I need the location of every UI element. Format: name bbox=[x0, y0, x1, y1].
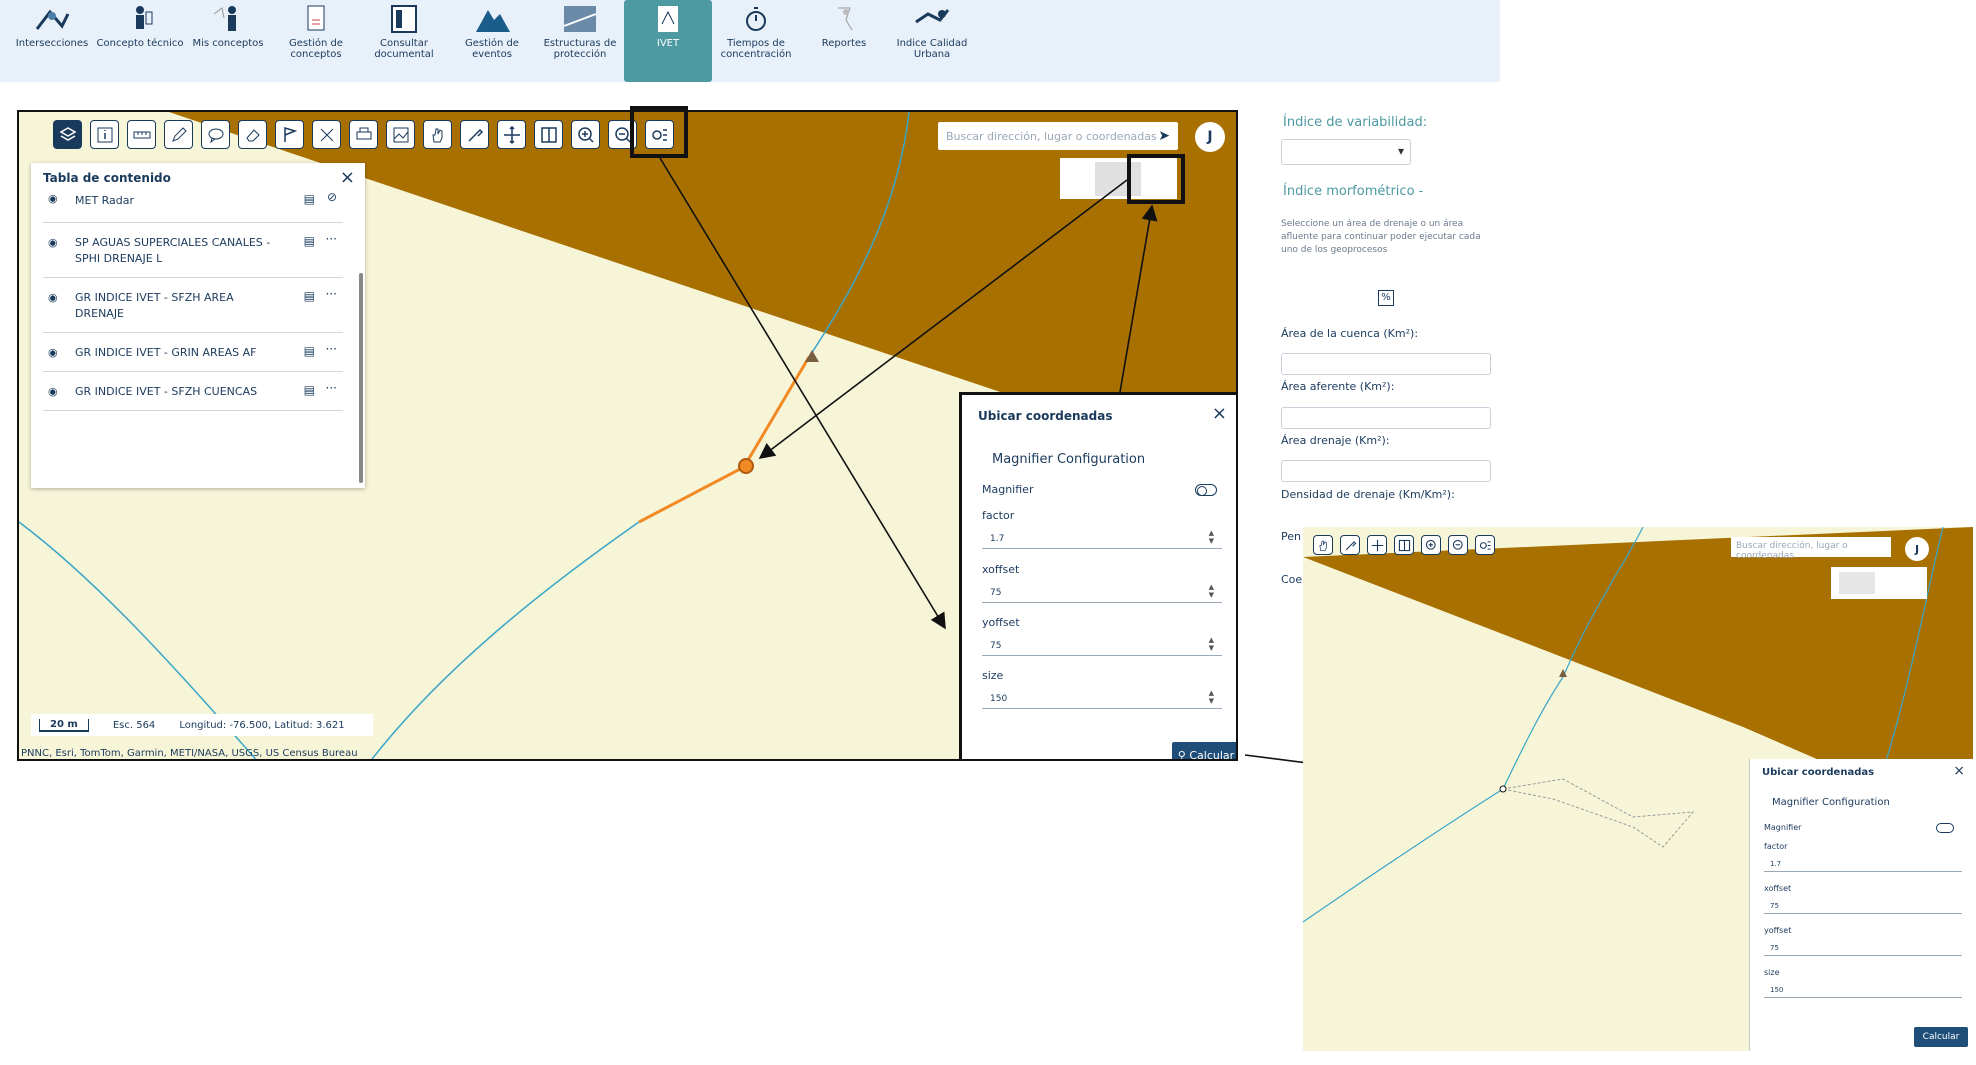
xoffset-label: xoffset bbox=[1764, 884, 1792, 893]
field-label: Pen bbox=[1281, 530, 1301, 543]
zoom-out-icon bbox=[1452, 539, 1463, 550]
close-icon[interactable]: × bbox=[1953, 763, 1965, 779]
field-label: Densidad de drenaje (Km/Km²): bbox=[1281, 488, 1455, 501]
magnifier-config-button[interactable] bbox=[1475, 535, 1495, 555]
magnifier-toggle-label: Magnifier bbox=[1764, 823, 1802, 832]
area-drenaje-input[interactable] bbox=[1281, 460, 1491, 482]
calcular-button[interactable]: Calcular bbox=[1914, 1027, 1968, 1047]
area-aferente-input[interactable] bbox=[1281, 407, 1491, 429]
hand-icon bbox=[1318, 540, 1327, 551]
zoom-in-icon bbox=[1425, 539, 1436, 550]
field-label: Coe bbox=[1281, 573, 1303, 586]
zoom-toolbar bbox=[1313, 535, 1495, 555]
factor-input[interactable]: 1.7 bbox=[1764, 856, 1962, 872]
tools-button[interactable] bbox=[1340, 535, 1360, 555]
user-avatar[interactable]: J bbox=[1905, 537, 1929, 561]
dialog-subtitle: Magnifier Configuration bbox=[1772, 797, 1890, 808]
xoffset-input[interactable]: 75 bbox=[1764, 898, 1962, 914]
zoomed-result-screenshot: Buscar dirección, lugar o coordenadas J … bbox=[1303, 527, 1973, 1051]
field-label: Área drenaje (Km²): bbox=[1281, 434, 1390, 447]
move-button[interactable] bbox=[1367, 535, 1387, 555]
settings-coordinates-icon bbox=[1479, 540, 1491, 550]
size-label: size bbox=[1764, 968, 1780, 977]
area-cuenca-input[interactable] bbox=[1281, 353, 1491, 375]
wrench-icon bbox=[1345, 540, 1356, 550]
variability-label: Índice de variabilidad: bbox=[1283, 115, 1428, 130]
zoom-out-button[interactable] bbox=[1448, 535, 1468, 555]
field-label: Área aferente (Km²): bbox=[1281, 380, 1395, 393]
zoom-search-input[interactable]: Buscar dirección, lugar o coordenadas bbox=[1731, 537, 1891, 561]
pan-button[interactable] bbox=[1313, 535, 1333, 555]
zoom-coordinates-dialog: Ubicar coordenadas × Magnifier Configura… bbox=[1749, 759, 1973, 1051]
compare-button[interactable] bbox=[1394, 535, 1414, 555]
yoffset-label: yoffset bbox=[1764, 926, 1792, 935]
size-input[interactable]: 150 bbox=[1764, 982, 1962, 998]
yoffset-input[interactable]: 75 bbox=[1764, 940, 1962, 956]
morphometric-label: Índice morfométrico - bbox=[1283, 184, 1424, 199]
variability-select[interactable] bbox=[1281, 139, 1411, 165]
calculate-area-icon[interactable]: % bbox=[1378, 290, 1394, 306]
zoom-in-button[interactable] bbox=[1421, 535, 1441, 555]
split-view-icon bbox=[1398, 539, 1410, 551]
factor-label: factor bbox=[1764, 842, 1788, 851]
magnifier-toggle[interactable] bbox=[1936, 823, 1954, 833]
magnifier-preview bbox=[1831, 567, 1927, 599]
field-label: Área de la cuenca (Km²): bbox=[1281, 327, 1419, 340]
move-arrows-icon bbox=[1371, 539, 1383, 551]
calcular-label: Calcular bbox=[1922, 1032, 1960, 1042]
instructions-text: Seleccione un área de drenaje o un área … bbox=[1281, 219, 1481, 255]
dialog-title: Ubicar coordenadas bbox=[1762, 767, 1875, 778]
